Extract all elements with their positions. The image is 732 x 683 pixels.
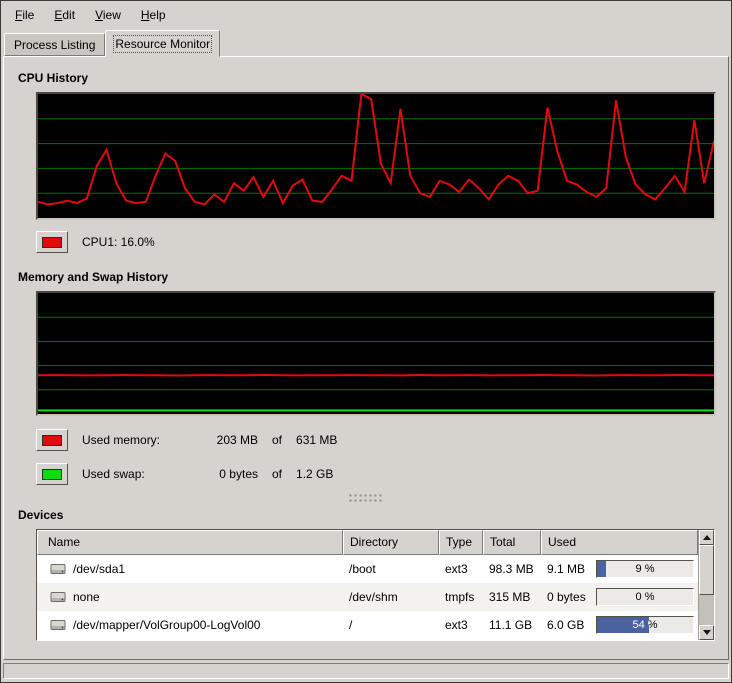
column-header-type[interactable]: Type <box>439 530 483 555</box>
scroll-down-button[interactable] <box>699 625 714 640</box>
used-memory-value: 203 MB <box>186 433 258 447</box>
used-swap-color-button[interactable] <box>36 463 68 485</box>
drive-icon <box>50 563 66 575</box>
table-row-dev-sda1[interactable]: /dev/sda1 /boot ext3 98.3 MB 9.1 MB 9 % … <box>37 555 698 583</box>
used-memory-color-button[interactable] <box>36 429 68 451</box>
device-directory: / <box>343 618 439 632</box>
menu-help-mnemonic: H <box>141 8 150 22</box>
used-swap-of: of <box>272 467 282 481</box>
device-used: 0 bytes <box>547 590 586 604</box>
cpu1-color-button[interactable] <box>36 231 68 253</box>
device-used: 6.0 GB <box>547 618 584 632</box>
tab-process-listing-label: Process Listing <box>14 38 95 52</box>
drive-icon <box>50 591 66 603</box>
table-row-none[interactable]: none /dev/shm tmpfs 315 MB 0 bytes 0 % 0… <box>37 583 698 611</box>
used-swap-color-swatch <box>42 469 62 480</box>
device-name: /dev/mapper/VolGroup00-LogVol00 <box>73 618 260 632</box>
system-monitor-window: File Edit View Help Process Listing Reso… <box>0 0 732 683</box>
devices-table-body: /dev/sda1 /boot ext3 98.3 MB 9.1 MB 9 % … <box>37 555 698 640</box>
devices-table-main: Name Directory Type Total Used /dev/sda1… <box>37 530 698 640</box>
menu-help[interactable]: Help <box>131 4 176 26</box>
usage-progressbar: 54 % 54 % <box>596 616 694 634</box>
device-type: ext3 <box>439 618 483 632</box>
usage-progress-fill: 54 % <box>597 617 649 633</box>
cpu1-legend-label: CPU1: 16.0% <box>82 235 155 249</box>
memory-swap-chart <box>38 293 714 414</box>
used-swap-value: 0 bytes <box>186 467 258 481</box>
used-swap-total: 1.2 GB <box>296 467 333 481</box>
usage-percent-label: 9 % <box>597 561 693 577</box>
device-total: 11.1 GB <box>483 618 541 632</box>
arrow-up-icon <box>703 535 711 540</box>
menubar: File Edit View Help <box>1 1 731 28</box>
devices-scrollbar[interactable] <box>698 530 714 640</box>
device-directory: /boot <box>343 562 439 576</box>
scrollbar-thumb[interactable] <box>699 545 714 595</box>
device-type: tmpfs <box>439 590 483 604</box>
column-header-directory[interactable]: Directory <box>343 530 439 555</box>
device-name: none <box>73 590 100 604</box>
swap-legend-row: Used swap:0 bytes of 1.2 GB <box>36 462 716 486</box>
tab-resource-monitor[interactable]: Resource Monitor <box>105 30 220 57</box>
scrollbar-track[interactable] <box>699 545 714 625</box>
used-memory-color-swatch <box>42 435 62 446</box>
drive-icon <box>50 619 66 631</box>
usage-percent-label-light: 54 % <box>597 617 649 633</box>
used-memory-total: 631 MB <box>296 433 337 447</box>
device-used: 9.1 MB <box>547 562 585 576</box>
used-memory-legend: Used memory:203 MB of 631 MB <box>82 433 337 447</box>
used-swap-label: Used swap: <box>82 467 186 481</box>
memory-swap-graph <box>36 291 716 416</box>
usage-progress-fill: 9 % <box>597 561 606 577</box>
menu-help-label: elp <box>150 8 166 22</box>
cpu-legend-row: CPU1: 16.0% <box>36 230 716 254</box>
device-total: 315 MB <box>483 590 541 604</box>
device-type: ext3 <box>439 562 483 576</box>
scroll-up-button[interactable] <box>699 530 714 545</box>
usage-progressbar: 9 % 9 % <box>596 560 694 578</box>
usage-percent-label-light: 9 % <box>597 561 606 577</box>
cpu-history-graph <box>36 92 716 220</box>
menu-view-mnemonic: V <box>95 8 103 22</box>
tab-resource-monitor-label: Resource Monitor <box>115 37 210 51</box>
resource-monitor-page: CPU History CPU1: 16.0% Memory and Swap … <box>3 56 729 660</box>
used-memory-of: of <box>272 433 282 447</box>
cpu1-color-swatch <box>42 237 62 248</box>
tab-process-listing[interactable]: Process Listing <box>4 33 105 56</box>
memory-history-title: Memory and Swap History <box>18 270 716 284</box>
menu-edit-label: dit <box>62 8 75 22</box>
used-memory-label: Used memory: <box>82 433 186 447</box>
devices-title: Devices <box>18 508 716 522</box>
arrow-down-icon <box>703 630 711 635</box>
device-total: 98.3 MB <box>483 562 541 576</box>
device-name: /dev/sda1 <box>73 562 125 576</box>
cpu-history-chart <box>38 94 714 218</box>
menu-file[interactable]: File <box>5 4 44 26</box>
column-header-used[interactable]: Used <box>541 530 698 555</box>
status-bar <box>3 663 729 679</box>
usage-percent-label: 0 % <box>597 589 693 605</box>
table-row-mapper-logvol00[interactable]: /dev/mapper/VolGroup00-LogVol00 / ext3 1… <box>37 611 698 639</box>
used-swap-legend: Used swap:0 bytes of 1.2 GB <box>82 467 333 481</box>
column-header-name[interactable]: Name <box>37 530 343 555</box>
memory-legend-row: Used memory:203 MB of 631 MB <box>36 428 716 452</box>
menu-view[interactable]: View <box>85 4 131 26</box>
menu-edit[interactable]: Edit <box>44 4 85 26</box>
cpu-history-title: CPU History <box>18 71 716 85</box>
devices-table-header: Name Directory Type Total Used <box>37 530 698 555</box>
menu-file-label: ile <box>22 8 34 22</box>
column-header-total[interactable]: Total <box>483 530 541 555</box>
paned-resize-grip[interactable] <box>348 493 384 502</box>
usage-progressbar: 0 % 0 % <box>596 588 694 606</box>
menu-view-label: iew <box>103 8 121 22</box>
devices-table: Name Directory Type Total Used /dev/sda1… <box>36 529 715 641</box>
device-directory: /dev/shm <box>343 590 439 604</box>
notebook-tabbar: Process Listing Resource Monitor <box>1 28 731 56</box>
